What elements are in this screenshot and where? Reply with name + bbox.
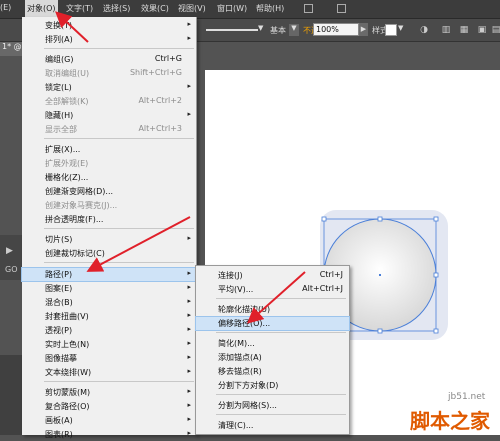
- watermark-site: jb51.net: [448, 392, 486, 402]
- arrow-to-object-menu: [55, 11, 89, 43]
- watermark-text: 脚本之家: [410, 409, 490, 433]
- arrow-to-offset-path: [247, 271, 306, 324]
- annotation-arrows: [55, 11, 306, 324]
- arrow-to-path-item: [86, 216, 191, 272]
